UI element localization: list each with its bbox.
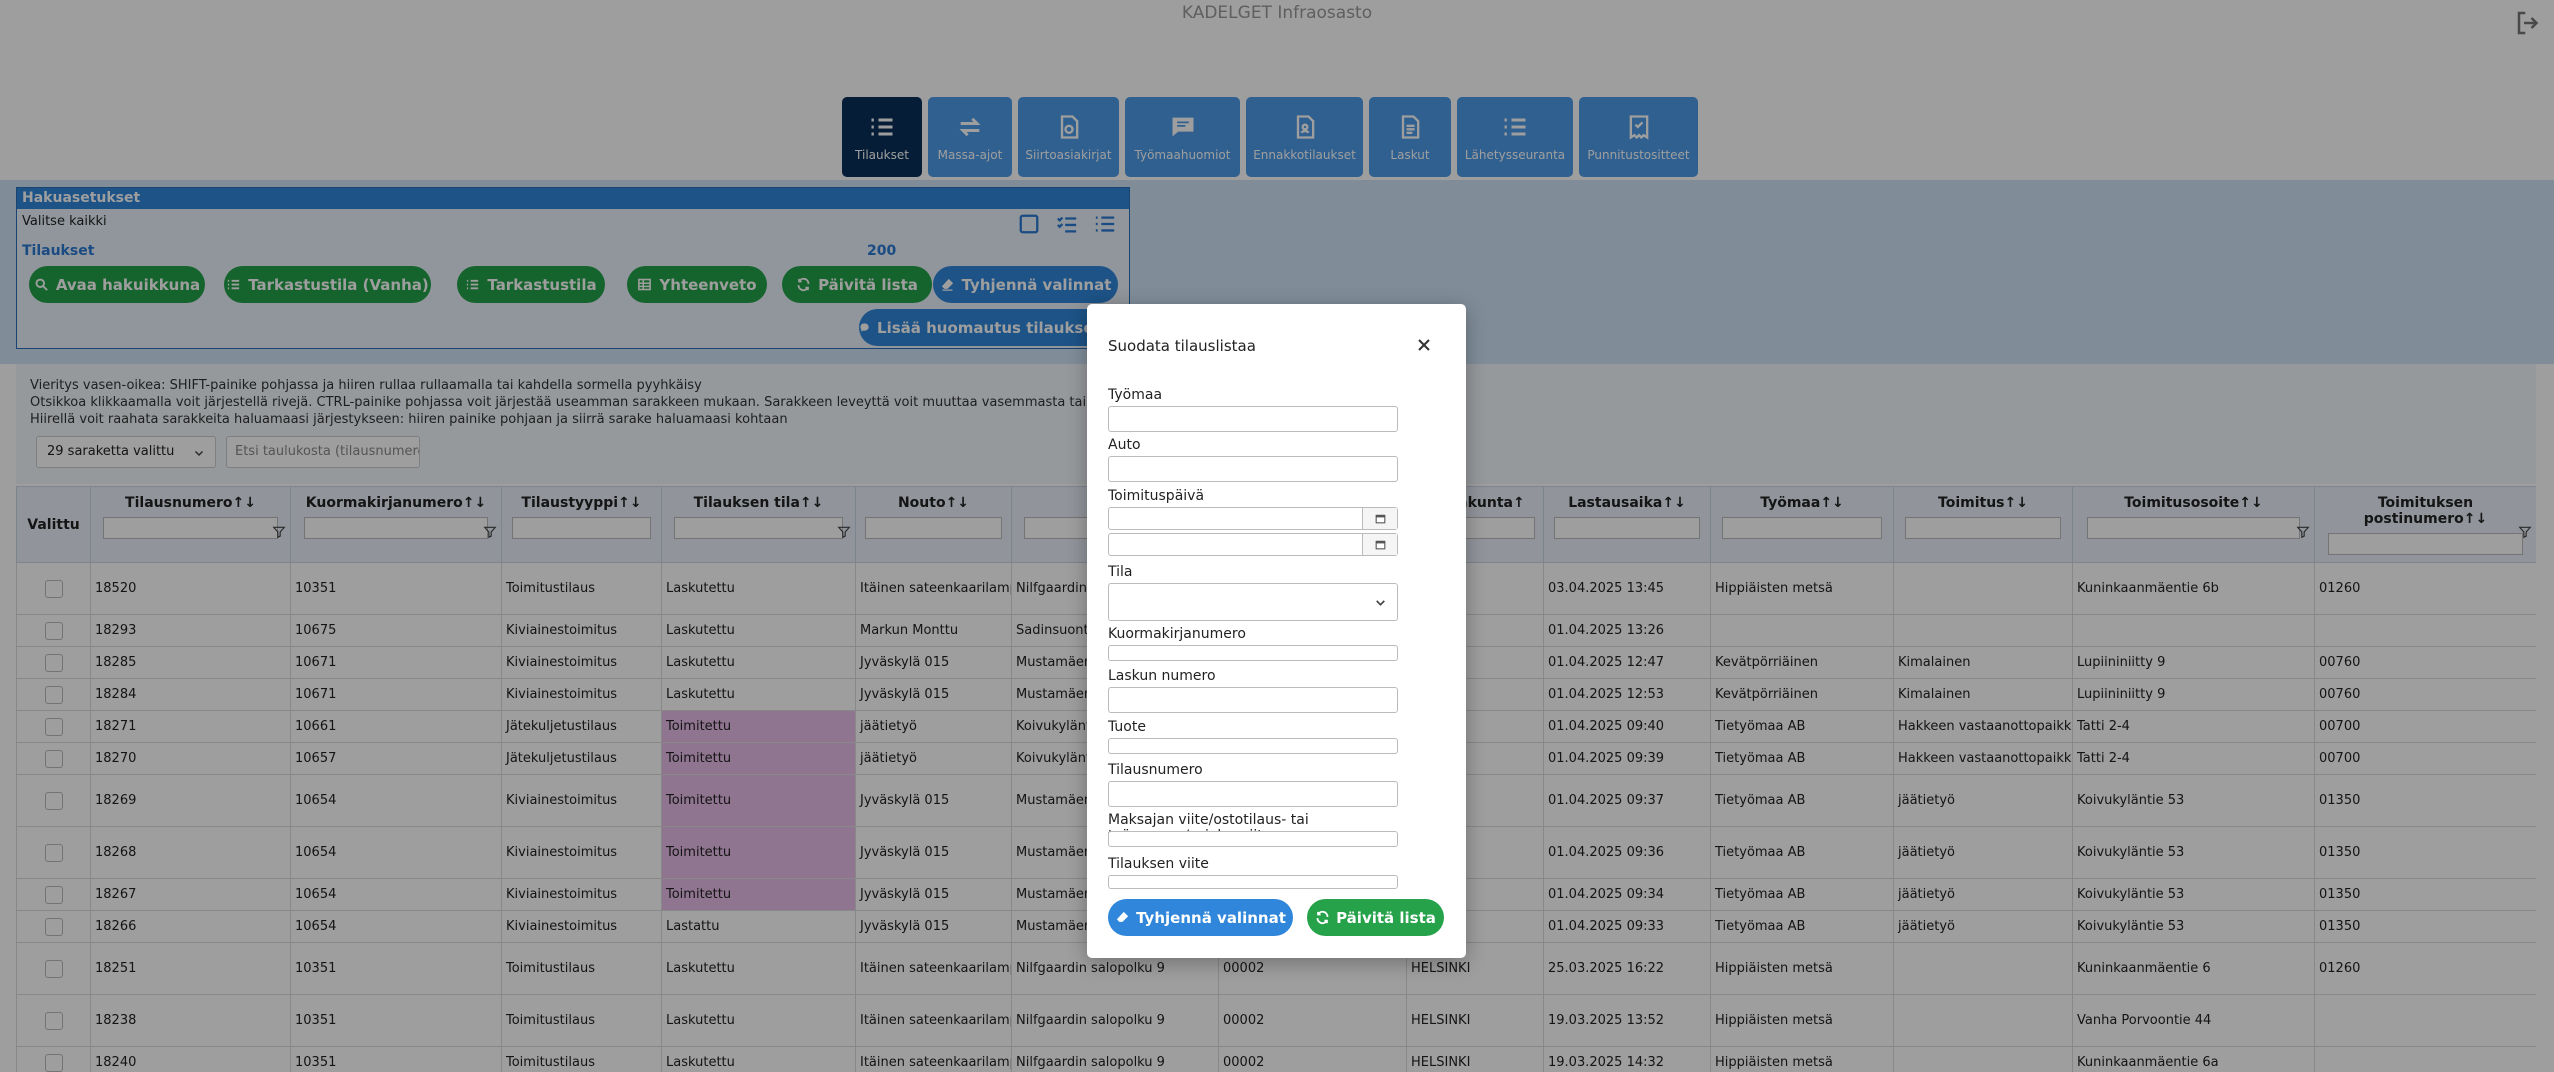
payer-reference-field[interactable] <box>1108 831 1398 847</box>
status-select[interactable] <box>1108 583 1398 621</box>
field-label-product: Tuote <box>1108 719 1146 735</box>
eraser-icon <box>1116 911 1129 922</box>
calendar-icon <box>1375 540 1385 550</box>
button-label: Tyhjennä valinnat <box>1136 908 1286 927</box>
modal-refresh-button[interactable]: Päivitä lista <box>1307 899 1444 936</box>
field-label-waybill: Kuormakirjanumero <box>1108 626 1246 642</box>
button-label: Päivitä lista <box>1336 908 1436 927</box>
modal-clear-button[interactable]: Tyhjennä valinnat <box>1108 899 1293 936</box>
field-label-status: Tila <box>1108 564 1133 580</box>
order-number-field[interactable] <box>1108 781 1398 807</box>
close-icon[interactable] <box>1414 335 1434 355</box>
filter-modal: Suodata tilauslistaa Työmaa Auto Toimitu… <box>1087 304 1466 958</box>
modal-title: Suodata tilauslistaa <box>1108 337 1256 355</box>
product-field[interactable] <box>1108 738 1398 754</box>
delivery-date-from-field[interactable] <box>1108 507 1398 530</box>
calendar-icon <box>1375 514 1385 524</box>
refresh-icon <box>1316 910 1329 925</box>
field-label-delivery-date: Toimituspäivä <box>1108 488 1205 504</box>
field-label-car: Auto <box>1108 437 1141 453</box>
calendar-button[interactable] <box>1362 508 1397 529</box>
calendar-button[interactable] <box>1362 534 1397 555</box>
invoice-number-field[interactable] <box>1108 687 1398 713</box>
delivery-date-to-field[interactable] <box>1108 533 1398 556</box>
car-field[interactable] <box>1108 456 1398 482</box>
chevron-down-icon <box>1376 600 1385 606</box>
waybill-field[interactable] <box>1108 645 1398 661</box>
order-reference-field[interactable] <box>1108 875 1398 889</box>
field-label-order-no: Tilausnumero <box>1108 762 1203 778</box>
field-label-site: Työmaa <box>1108 387 1163 403</box>
site-field[interactable] <box>1108 406 1398 432</box>
field-label-invoice: Laskun numero <box>1108 668 1216 684</box>
field-label-order-ref: Tilauksen viite <box>1108 856 1209 872</box>
